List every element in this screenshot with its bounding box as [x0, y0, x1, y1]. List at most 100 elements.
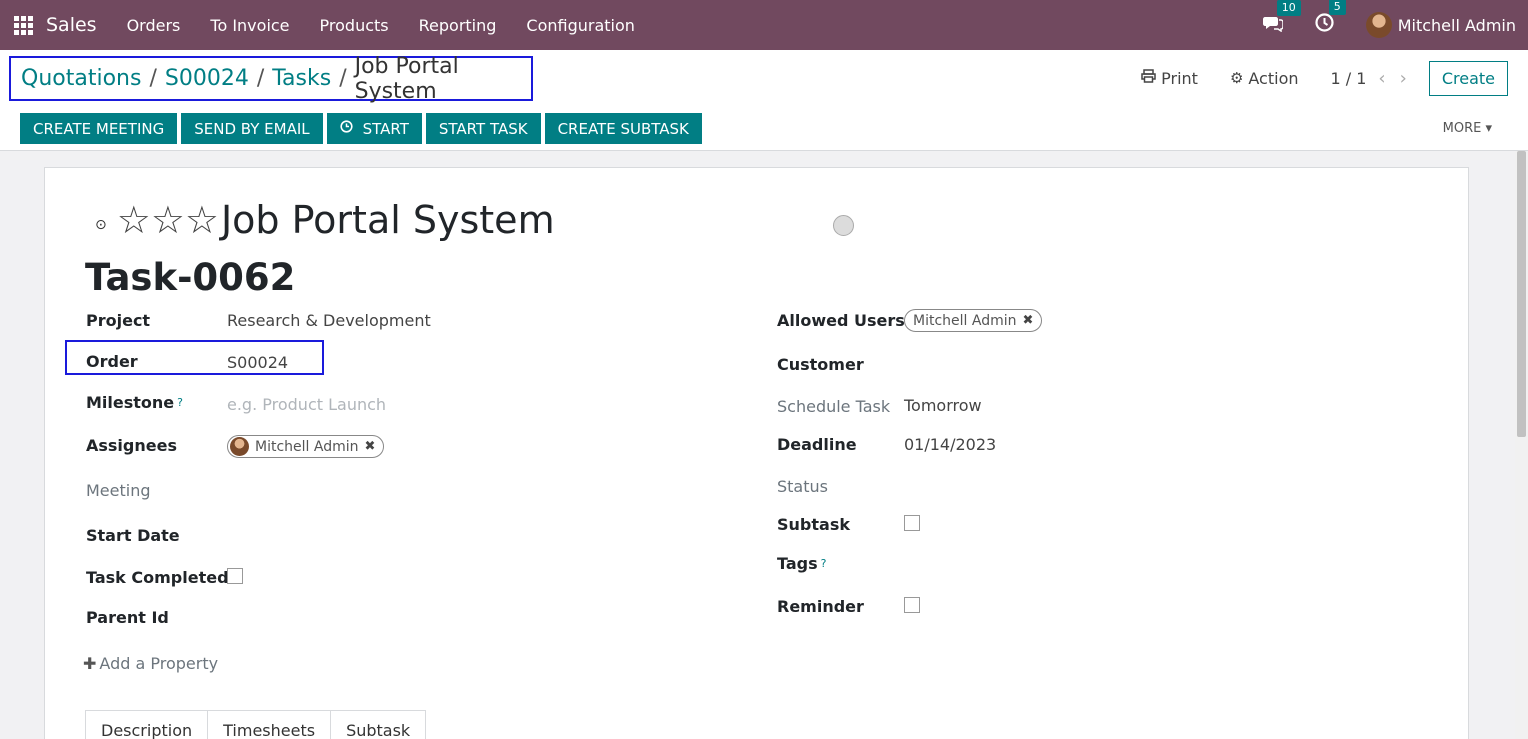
allowed-users-field: Allowed Users: [777, 308, 905, 332]
pager-next-icon[interactable]: ›: [1400, 68, 1407, 89]
breadcrumb-separator: /: [339, 66, 347, 91]
tags-label: Tags: [777, 553, 818, 573]
menu-reporting[interactable]: Reporting: [404, 16, 512, 35]
messages-button[interactable]: 10: [1262, 0, 1301, 37]
order-field: Order: [86, 349, 138, 373]
start-date-field: Start Date: [86, 523, 180, 547]
task-completed-field: Task Completed: [86, 565, 229, 589]
control-panel: Quotations / S00024 / Tasks / Job Portal…: [0, 50, 1528, 151]
send-by-email-button[interactable]: SEND BY EMAIL: [181, 113, 323, 144]
app-brand[interactable]: Sales: [46, 14, 97, 36]
caret-down-icon: ▾: [1485, 121, 1492, 136]
schedule-task-label: Schedule Task: [777, 396, 891, 416]
reminder-field: Reminder: [777, 594, 864, 618]
deadline-label: Deadline: [777, 434, 857, 454]
tab-timesheets[interactable]: Timesheets: [208, 710, 332, 739]
messages-badge: 10: [1276, 0, 1301, 16]
create-subtask-button[interactable]: CREATE SUBTASK: [544, 113, 702, 144]
start-task-button[interactable]: START TASK: [425, 113, 541, 144]
menu-orders[interactable]: Orders: [112, 16, 196, 35]
order-label: Order: [86, 351, 138, 371]
subtask-label: Subtask: [777, 514, 850, 534]
user-menu[interactable]: Mitchell Admin: [1398, 16, 1516, 35]
breadcrumb-current: Job Portal System: [354, 53, 459, 104]
scrollbar-thumb[interactable]: [1517, 151, 1526, 437]
allowed-users-label: Allowed Users: [777, 310, 905, 330]
milestone-field: Milestone ?: [86, 390, 183, 414]
clock-icon: [1315, 13, 1334, 37]
add-property-button[interactable]: ✚ Add a Property: [83, 654, 218, 673]
milestone-input[interactable]: e.g. Product Launch: [227, 395, 386, 414]
breadcrumb-tasks[interactable]: Tasks: [272, 66, 331, 91]
tags-help-icon[interactable]: ?: [821, 557, 827, 570]
breadcrumb-order[interactable]: S00024: [165, 66, 249, 91]
schedule-task-value[interactable]: Tomorrow: [904, 396, 982, 415]
print-button[interactable]: Print: [1141, 69, 1198, 88]
tab-description[interactable]: Description: [85, 710, 209, 739]
breadcrumb: Quotations / S00024 / Tasks / Job Portal…: [9, 53, 533, 104]
assignees-label: Assignees: [86, 435, 177, 455]
task-completed-checkbox[interactable]: [227, 568, 243, 584]
remove-tag-icon[interactable]: ✖: [365, 439, 376, 454]
timer-icon: [340, 120, 353, 137]
star-icon[interactable]: ☆: [117, 200, 151, 240]
status-field: Status: [777, 474, 828, 498]
start-button[interactable]: START: [326, 113, 422, 144]
reminder-checkbox[interactable]: [904, 597, 920, 613]
top-navbar: Sales Orders To Invoice Products Reporti…: [0, 0, 1528, 50]
check-circle-icon[interactable]: ⊙: [95, 217, 107, 233]
menu-configuration[interactable]: Configuration: [511, 16, 650, 35]
apps-menu-icon[interactable]: [0, 0, 46, 50]
pager-value[interactable]: 1 / 1: [1331, 69, 1367, 88]
deadline-value[interactable]: 01/14/2023: [904, 435, 996, 454]
chat-icon: [1262, 16, 1284, 37]
parent-id-label: Parent Id: [86, 607, 169, 627]
start-date-label: Start Date: [86, 525, 180, 545]
more-dropdown[interactable]: MORE ▾: [1443, 121, 1492, 136]
subtask-field: Subtask: [777, 512, 850, 536]
deadline-field: Deadline: [777, 432, 857, 456]
customer-field: Customer: [777, 352, 864, 376]
print-label: Print: [1161, 68, 1198, 88]
menu-to-invoice[interactable]: To Invoice: [195, 16, 304, 35]
scrollbar[interactable]: [1515, 151, 1528, 739]
task-title[interactable]: Job Portal System: [221, 198, 555, 242]
schedule-task-field: Schedule Task: [777, 394, 890, 418]
order-value[interactable]: S00024: [227, 353, 288, 372]
kanban-state-icon[interactable]: [833, 215, 854, 236]
project-field: Project: [86, 308, 150, 332]
pager-previous-icon[interactable]: ‹: [1378, 68, 1385, 89]
assignees-field: Assignees: [86, 433, 177, 457]
user-avatar[interactable]: [1365, 12, 1392, 38]
assignee-tag[interactable]: Mitchell Admin ✖: [227, 435, 385, 458]
create-meeting-button[interactable]: CREATE MEETING: [20, 113, 178, 144]
breadcrumb-separator: /: [256, 66, 265, 91]
project-value[interactable]: Research & Development: [227, 311, 431, 330]
milestone-label: Milestone: [86, 392, 175, 412]
allowed-user-tag[interactable]: Mitchell Admin ✖: [904, 309, 1043, 332]
create-button[interactable]: Create: [1428, 60, 1508, 96]
menu-products[interactable]: Products: [305, 16, 404, 35]
parent-id-field: Parent Id: [86, 605, 169, 629]
task-number: Task-0062: [85, 256, 296, 299]
star-icon[interactable]: ☆: [151, 200, 185, 240]
star-icon[interactable]: ☆: [185, 200, 219, 240]
subtask-checkbox[interactable]: [904, 515, 920, 531]
milestone-help-icon[interactable]: ?: [177, 396, 183, 409]
customer-label: Customer: [777, 354, 864, 374]
tags-field: Tags ?: [777, 551, 826, 575]
tab-subtask[interactable]: Subtask: [331, 710, 427, 739]
activities-badge: 5: [1328, 0, 1346, 15]
activities-button[interactable]: 5: [1315, 0, 1346, 37]
breadcrumb-separator: /: [149, 66, 157, 91]
action-button[interactable]: ⚙ Action: [1230, 69, 1299, 88]
form-sheet: ⊙ ☆ ☆ ☆ Job Portal System Task-0062 Proj…: [44, 167, 1469, 739]
printer-icon: [1141, 69, 1156, 87]
remove-tag-icon[interactable]: ✖: [1023, 313, 1034, 328]
action-label: Action: [1248, 68, 1299, 88]
gear-icon: ⚙: [1229, 69, 1244, 87]
start-label: START: [362, 119, 409, 138]
plus-icon: ✚: [83, 654, 97, 673]
breadcrumb-quotations[interactable]: Quotations: [21, 66, 141, 91]
task-completed-label: Task Completed: [86, 567, 229, 587]
